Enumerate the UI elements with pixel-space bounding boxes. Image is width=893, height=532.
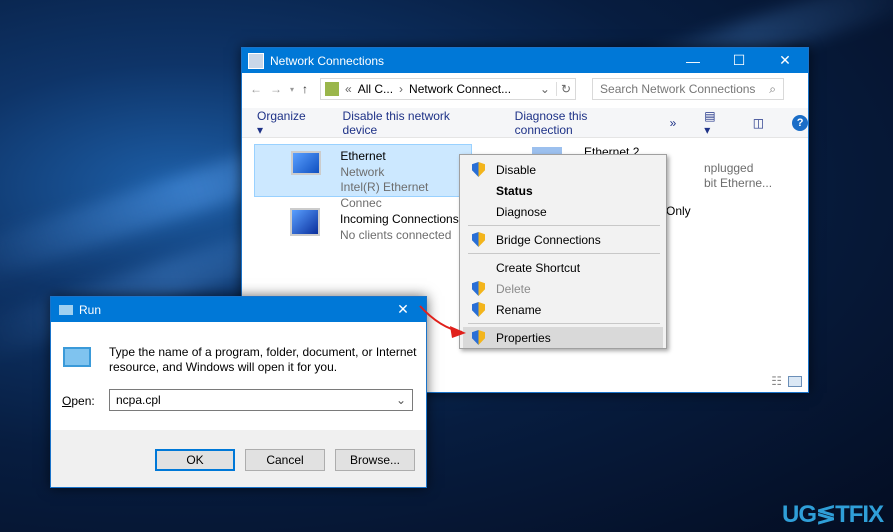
ugetfix-watermark-logo: UG≶TFIX	[782, 501, 884, 528]
red-arrow	[419, 305, 466, 338]
